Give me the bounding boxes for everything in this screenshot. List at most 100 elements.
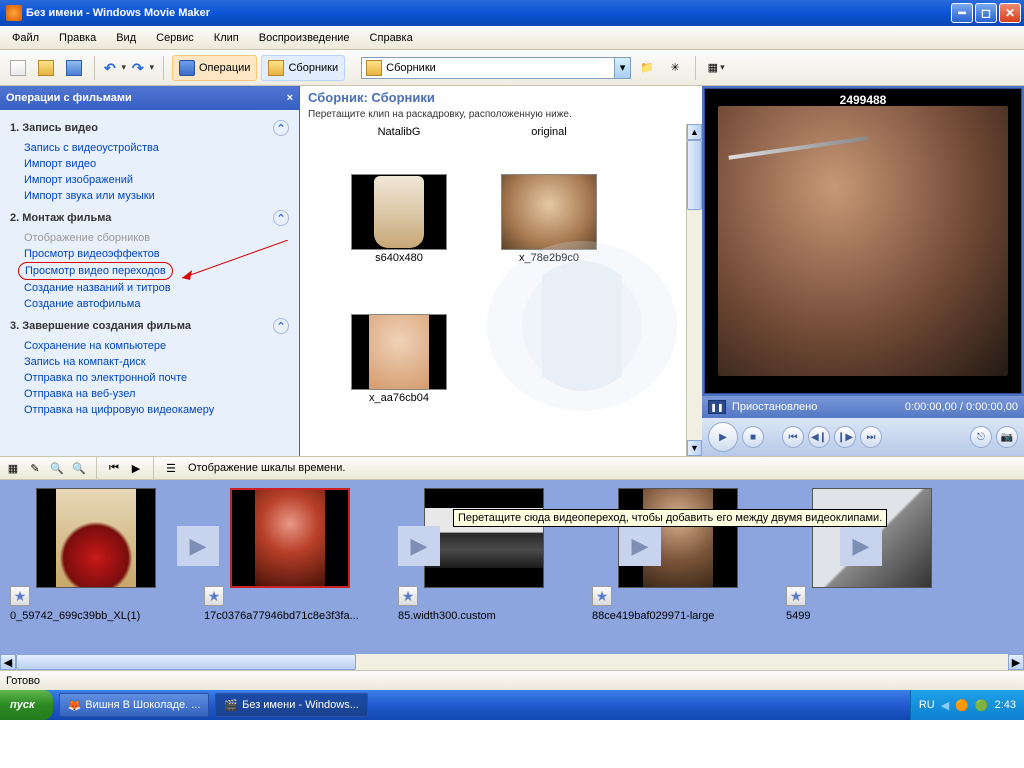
play-timeline-button[interactable]: ▶ <box>127 459 145 477</box>
toggle-view-button[interactable]: ☰ <box>162 459 180 477</box>
taskbar-item[interactable]: 🎬Без имени - Windows... <box>215 693 368 717</box>
scrollbar-vertical[interactable]: ▲▼ <box>686 124 702 456</box>
frame-fwd-button[interactable]: ❙▶ <box>834 426 856 448</box>
window-title: Без имени - Windows Movie Maker <box>26 7 951 19</box>
menu-help[interactable]: Справка <box>362 29 421 47</box>
clip-item[interactable]: NatalibG <box>340 124 458 138</box>
snapshot-button[interactable]: 📷 <box>996 426 1018 448</box>
operations-toggle[interactable]: Операции <box>172 55 257 81</box>
task-send-dv[interactable]: Отправка на цифровую видеокамеру <box>0 402 299 418</box>
collections-combo[interactable]: Сборники ▾ <box>361 57 631 79</box>
clip-item[interactable]: original <box>490 124 608 138</box>
save-button[interactable] <box>62 56 86 80</box>
task-save-computer[interactable]: Сохранение на компьютере <box>0 338 299 354</box>
effect-slot[interactable]: ★ <box>592 586 612 606</box>
tray-icon[interactable]: 🟢 <box>975 699 989 712</box>
scrollbar-horizontal[interactable]: ◀▶ <box>0 654 1024 670</box>
collections-label: Сборники <box>288 62 338 74</box>
effect-slot[interactable]: ★ <box>10 586 30 606</box>
prev-button[interactable]: ⏮ <box>782 426 804 448</box>
frame-back-button[interactable]: ◀❙ <box>808 426 830 448</box>
chevron-down-icon[interactable]: ▾ <box>614 58 630 78</box>
play-button[interactable]: ▶ <box>708 422 738 452</box>
preview-status-bar: ❚❚ Приостановлено 0:00:00,00 / 0:00:00,0… <box>702 396 1024 418</box>
app-icon <box>6 5 22 21</box>
tasks-header: Операции с фильмами × <box>0 86 299 110</box>
timeline-btn-1[interactable]: ▦ <box>4 459 22 477</box>
task-send-email[interactable]: Отправка по электронной почте <box>0 370 299 386</box>
view-mode-button[interactable]: ▦ <box>704 56 728 80</box>
language-indicator[interactable]: RU <box>919 699 935 711</box>
task-send-web[interactable]: Отправка на веб-узел <box>0 386 299 402</box>
operations-label: Операции <box>199 62 250 74</box>
zoom-out-button[interactable]: 🔍 <box>70 459 88 477</box>
preview-status-text: Приостановлено <box>732 401 817 413</box>
clip-item[interactable]: x_aa76cb04 <box>340 314 458 404</box>
transition-slot[interactable]: ▶ <box>619 526 661 566</box>
task-import-images[interactable]: Импорт изображений <box>0 172 299 188</box>
rewind-button[interactable]: ⏮ <box>105 459 123 477</box>
menu-file[interactable]: Файл <box>4 29 47 47</box>
chevron-up-icon: ⌃ <box>273 318 289 334</box>
menu-play[interactable]: Воспроизведение <box>251 29 358 47</box>
preview-stage: 2499488 <box>704 88 1022 394</box>
preview-pane: 2499488 ❚❚ Приостановлено 0:00:00,00 / 0… <box>702 86 1024 456</box>
section-1-header[interactable]: 1. Запись видео⌃ <box>0 114 299 140</box>
transition-slot[interactable]: ▶ <box>840 526 882 566</box>
up-folder-button[interactable]: 📁 <box>635 56 659 80</box>
new-button[interactable] <box>6 56 30 80</box>
status-text: Готово <box>6 675 40 687</box>
new-folder-button[interactable]: ✳ <box>663 56 687 80</box>
stop-button[interactable]: ■ <box>742 426 764 448</box>
task-import-video[interactable]: Импорт видео <box>0 156 299 172</box>
section-3-header[interactable]: 3. Завершение создания фильма⌃ <box>0 312 299 338</box>
split-button[interactable]: ⎋ <box>970 426 992 448</box>
undo-button[interactable]: ↶ <box>103 56 127 80</box>
window-titlebar: Без имени - Windows Movie Maker ━ ◻ ✕ <box>0 0 1024 26</box>
start-button[interactable]: пуск <box>0 690 53 720</box>
storyboard-item[interactable]: ★ 0_59742_699c39bb_XL(1) <box>10 488 182 670</box>
effect-slot[interactable]: ★ <box>204 586 224 606</box>
storyboard: ★ 0_59742_699c39bb_XL(1) ★ 17c0376a77946… <box>0 480 1024 670</box>
task-video-transitions[interactable]: Просмотр видео переходов <box>18 262 173 280</box>
effect-slot[interactable]: ★ <box>398 586 418 606</box>
menu-edit[interactable]: Правка <box>51 29 104 47</box>
effect-slot[interactable]: ★ <box>786 586 806 606</box>
maximize-button[interactable]: ◻ <box>975 3 997 23</box>
filmstrip-watermark <box>482 236 682 416</box>
next-button[interactable]: ⏭ <box>860 426 882 448</box>
transition-slot[interactable]: ▶ <box>398 526 440 566</box>
tray-icon[interactable]: ◀ <box>941 699 949 712</box>
task-capture-device[interactable]: Запись с видеоустройства <box>0 140 299 156</box>
system-tray[interactable]: RU ◀ 🟠 🟢 2:43 <box>910 690 1024 720</box>
menu-clip[interactable]: Клип <box>206 29 247 47</box>
menubar: Файл Правка Вид Сервис Клип Воспроизведе… <box>0 26 1024 50</box>
task-save-cd[interactable]: Запись на компакт-диск <box>0 354 299 370</box>
close-button[interactable]: ✕ <box>999 3 1021 23</box>
zoom-in-button[interactable]: 🔍 <box>48 459 66 477</box>
pause-status-icon: ❚❚ <box>708 400 726 414</box>
task-automovie[interactable]: Создание автофильма <box>0 296 299 312</box>
clip-item[interactable]: s640x480 <box>340 174 458 264</box>
tray-icon[interactable]: 🟠 <box>955 699 969 712</box>
collections-toggle[interactable]: Сборники <box>261 55 345 81</box>
timeline-btn-2[interactable]: ✎ <box>26 459 44 477</box>
task-video-effects[interactable]: Просмотр видеоэффектов <box>0 246 299 262</box>
section-2-header[interactable]: 2. Монтаж фильма⌃ <box>0 204 299 230</box>
redo-button[interactable]: ↷ <box>131 56 155 80</box>
collections-pane: Сборник: Сборники Перетащите клип на рас… <box>300 86 702 456</box>
folder-icon <box>366 60 382 76</box>
transition-slot[interactable]: ▶ <box>177 526 219 566</box>
open-button[interactable] <box>34 56 58 80</box>
combo-value: Сборники <box>386 62 436 74</box>
menu-view[interactable]: Вид <box>108 29 144 47</box>
task-show-collections: Отображение сборников <box>0 230 299 246</box>
storyboard-item[interactable]: ★ 17c0376a77946bd71c8e3f3fa... <box>204 488 376 670</box>
preview-time: 0:00:00,00 / 0:00:00,00 <box>905 401 1018 413</box>
menu-tools[interactable]: Сервис <box>148 29 202 47</box>
minimize-button[interactable]: ━ <box>951 3 973 23</box>
task-import-audio[interactable]: Импорт звука или музыки <box>0 188 299 204</box>
taskbar-item[interactable]: 🦊Вишня В Шоколаде. ... <box>59 693 210 717</box>
tasks-close-icon[interactable]: × <box>287 92 293 104</box>
task-titles[interactable]: Создание названий и титров <box>0 280 299 296</box>
